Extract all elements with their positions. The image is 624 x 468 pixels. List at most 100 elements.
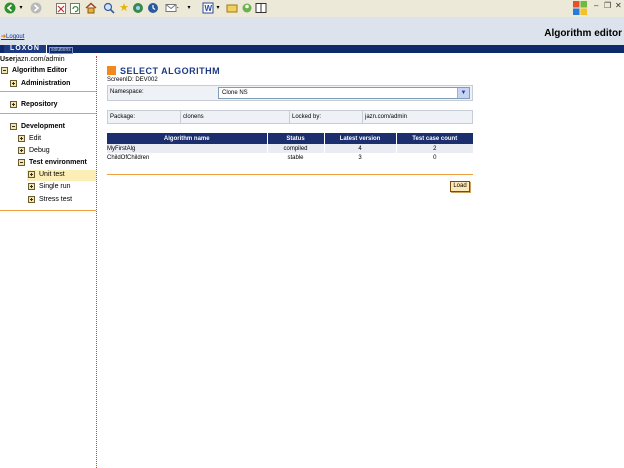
tree-algorithm-editor[interactable]: Algorithm Editor (1, 67, 67, 74)
history-icon[interactable] (147, 2, 159, 14)
divider (107, 174, 473, 175)
divider (180, 111, 181, 123)
user-name: jazn.com/admin (15, 56, 65, 63)
tree-repository[interactable]: Repository (10, 101, 58, 108)
home-icon[interactable] (85, 2, 97, 14)
minimize-icon[interactable]: – (594, 1, 598, 10)
locked-label: Locked by: (292, 114, 322, 120)
info-panel (107, 110, 473, 124)
close-icon[interactable]: ✕ (615, 1, 622, 10)
stop-icon[interactable] (56, 2, 66, 14)
favorites-icon[interactable]: ★ (118, 2, 130, 14)
user-info: Userjazn.com/admin (0, 56, 65, 63)
namespace-value: Clone NS (222, 90, 248, 96)
tree-label: Repository (21, 101, 58, 108)
load-button[interactable]: Load (450, 181, 470, 192)
expand-icon[interactable] (28, 183, 35, 190)
collapse-icon[interactable] (18, 159, 25, 166)
media-icon[interactable] (132, 2, 144, 14)
latest-version-cell: 3 (323, 153, 396, 162)
locked-value: jazn.com/admin (365, 114, 408, 120)
table-row[interactable]: MyFirstAlg compiled 4 2 (107, 144, 473, 153)
back-icon[interactable] (4, 2, 16, 14)
column-header[interactable]: Test case count (395, 133, 473, 144)
messenger-icon[interactable] (241, 2, 253, 14)
folder-icon[interactable] (226, 2, 238, 14)
divider (0, 113, 96, 114)
expand-icon[interactable] (28, 196, 35, 203)
logo: LOXON (4, 45, 47, 53)
svg-text:W: W (205, 4, 213, 13)
mail-icon[interactable] (165, 2, 179, 14)
status-cell: stable (266, 153, 324, 162)
sidebar-divider (96, 56, 97, 468)
table-row[interactable]: ChildOfChildren stable 3 0 (107, 153, 473, 162)
expand-icon[interactable] (18, 135, 25, 142)
dropdown-icon[interactable]: ▾ (18, 2, 24, 14)
tree-label: Test environment (29, 159, 87, 166)
column-header[interactable]: Algorithm name (107, 133, 267, 144)
tree-development[interactable]: Development (10, 123, 65, 130)
chevron-down-icon[interactable]: ▼ (457, 88, 469, 98)
package-label: Package: (110, 114, 136, 120)
divider (289, 111, 290, 123)
package-value: clonens (183, 114, 204, 120)
tree-unit-test[interactable]: Unit test (28, 171, 65, 178)
column-header[interactable]: Status (266, 133, 324, 144)
namespace-select[interactable]: Clone NS ▼ (218, 87, 470, 99)
algorithm-name-cell[interactable]: MyFirstAlg (107, 144, 267, 153)
refresh-icon[interactable] (70, 2, 80, 14)
tree-label: Stress test (39, 196, 73, 203)
test-case-count-cell: 2 (395, 144, 473, 153)
divider (0, 91, 96, 92)
tree-label: Algorithm Editor (12, 67, 68, 74)
divider (362, 111, 363, 123)
app-header (0, 17, 624, 45)
latest-version-cell: 4 (323, 144, 396, 153)
collapse-icon[interactable] (10, 123, 17, 130)
search-icon[interactable] (103, 2, 115, 14)
browser-toolbar: ▾ ★ ▾ W ▾ – ❐ ✕ (0, 0, 624, 18)
expand-icon[interactable] (10, 101, 17, 108)
status-cell: compiled (266, 144, 324, 153)
windows-logo-icon (572, 0, 588, 16)
tree-label: Debug (29, 147, 50, 154)
tree-test-environment[interactable]: Test environment (18, 159, 87, 166)
screen-id: ScreenID: DEV002 (107, 77, 158, 83)
algorithm-table: Algorithm name Status Latest version Tes… (107, 133, 473, 162)
algorithm-name-cell[interactable]: ChildOfChildren (107, 153, 267, 162)
tree-label: Unit test (39, 171, 65, 178)
tree-label: Edit (29, 135, 42, 142)
expand-icon[interactable] (10, 80, 17, 87)
dropdown-icon[interactable]: ▾ (215, 2, 221, 14)
collapse-icon[interactable] (1, 67, 8, 74)
logout-link[interactable]: ➔Logout (1, 33, 24, 40)
tree-edit[interactable]: Edit (18, 135, 41, 142)
test-case-count-cell: 0 (395, 153, 473, 162)
app-title: Algorithm editor (544, 28, 622, 39)
research-icon[interactable] (255, 2, 267, 14)
header-bar (0, 45, 624, 53)
expand-icon[interactable] (28, 171, 35, 178)
divider (0, 210, 96, 211)
word-icon[interactable]: W (202, 2, 216, 14)
dropdown-icon[interactable]: ▾ (186, 2, 192, 14)
restore-icon[interactable]: ❐ (604, 1, 611, 10)
tree-stress-test[interactable]: Stress test (28, 196, 72, 203)
namespace-label: Namespace: (110, 89, 144, 95)
column-header[interactable]: Latest version (323, 133, 396, 144)
table-header-row: Algorithm name Status Latest version Tes… (107, 133, 473, 144)
logo-subtitle: solutions (49, 47, 73, 54)
tree-administration[interactable]: Administration (10, 80, 70, 87)
tree-label: Development (21, 123, 65, 130)
title-marker-icon (107, 66, 116, 75)
tree-label: Single run (39, 183, 71, 190)
forward-icon[interactable] (30, 2, 42, 14)
user-prefix: User (0, 56, 16, 63)
tree-single-run[interactable]: Single run (28, 183, 71, 190)
logout-label: Logout (6, 34, 25, 40)
page-title: SELECT ALGORITHM (120, 66, 221, 76)
tree-debug[interactable]: Debug (18, 147, 50, 154)
expand-icon[interactable] (18, 147, 25, 154)
tree-label: Administration (21, 80, 71, 87)
